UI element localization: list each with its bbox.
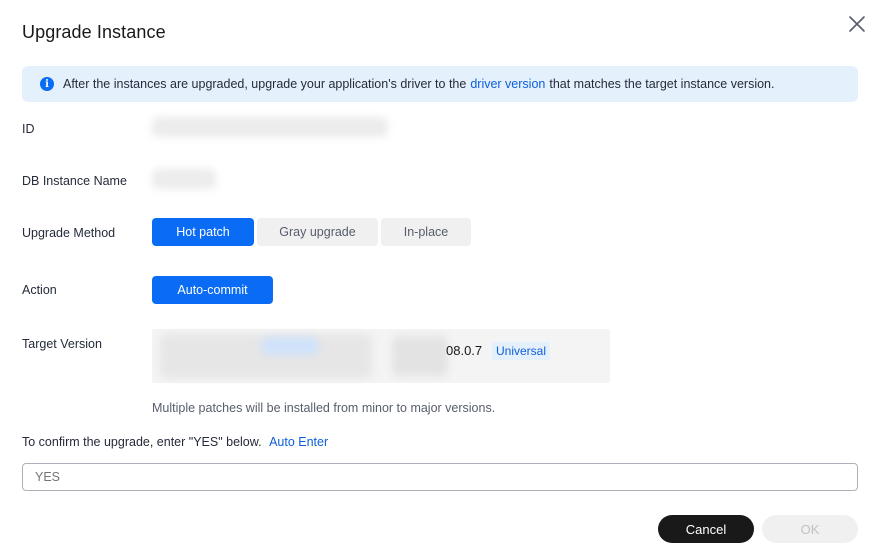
- method-hot-patch[interactable]: Hot patch: [152, 218, 254, 246]
- universal-badge: Universal: [492, 342, 551, 360]
- upgrade-method-label: Upgrade Method: [22, 226, 116, 240]
- ok-button[interactable]: OK: [762, 515, 858, 543]
- id-value-redacted: [152, 117, 388, 137]
- method-gray-upgrade[interactable]: Gray upgrade: [257, 218, 378, 246]
- upgrade-instance-dialog: Upgrade Instance i After the instances a…: [0, 0, 876, 557]
- confirm-input[interactable]: [22, 463, 858, 491]
- driver-version-link[interactable]: driver version: [470, 77, 545, 91]
- db-instance-name-redacted: [152, 169, 216, 189]
- dialog-title: Upgrade Instance: [22, 22, 166, 42]
- info-icon: i: [40, 77, 54, 91]
- close-icon[interactable]: [848, 15, 866, 33]
- method-in-place[interactable]: In-place: [381, 218, 471, 246]
- confirm-instruction: To confirm the upgrade, enter "YES" belo…: [22, 435, 328, 449]
- confirm-text: To confirm the upgrade, enter "YES" belo…: [22, 435, 262, 449]
- action-auto-commit[interactable]: Auto-commit: [152, 276, 273, 304]
- alert-text-before: After the instances are upgraded, upgrad…: [63, 77, 467, 91]
- db-instance-name-label: DB Instance Name: [22, 174, 127, 188]
- action-label: Action: [22, 283, 57, 297]
- auto-enter-link[interactable]: Auto Enter: [269, 435, 328, 449]
- id-label: ID: [22, 122, 35, 136]
- patch-hint: Multiple patches will be installed from …: [152, 401, 496, 415]
- target-version-label: Target Version: [22, 337, 102, 351]
- version-prefix-redacted: [392, 336, 448, 376]
- info-alert: i After the instances are upgraded, upgr…: [22, 66, 858, 102]
- alert-text-after: that matches the target instance version…: [549, 77, 775, 91]
- version-link-redacted: [262, 337, 318, 355]
- cancel-button[interactable]: Cancel: [658, 515, 754, 543]
- target-version-number: 08.0.7: [446, 343, 483, 358]
